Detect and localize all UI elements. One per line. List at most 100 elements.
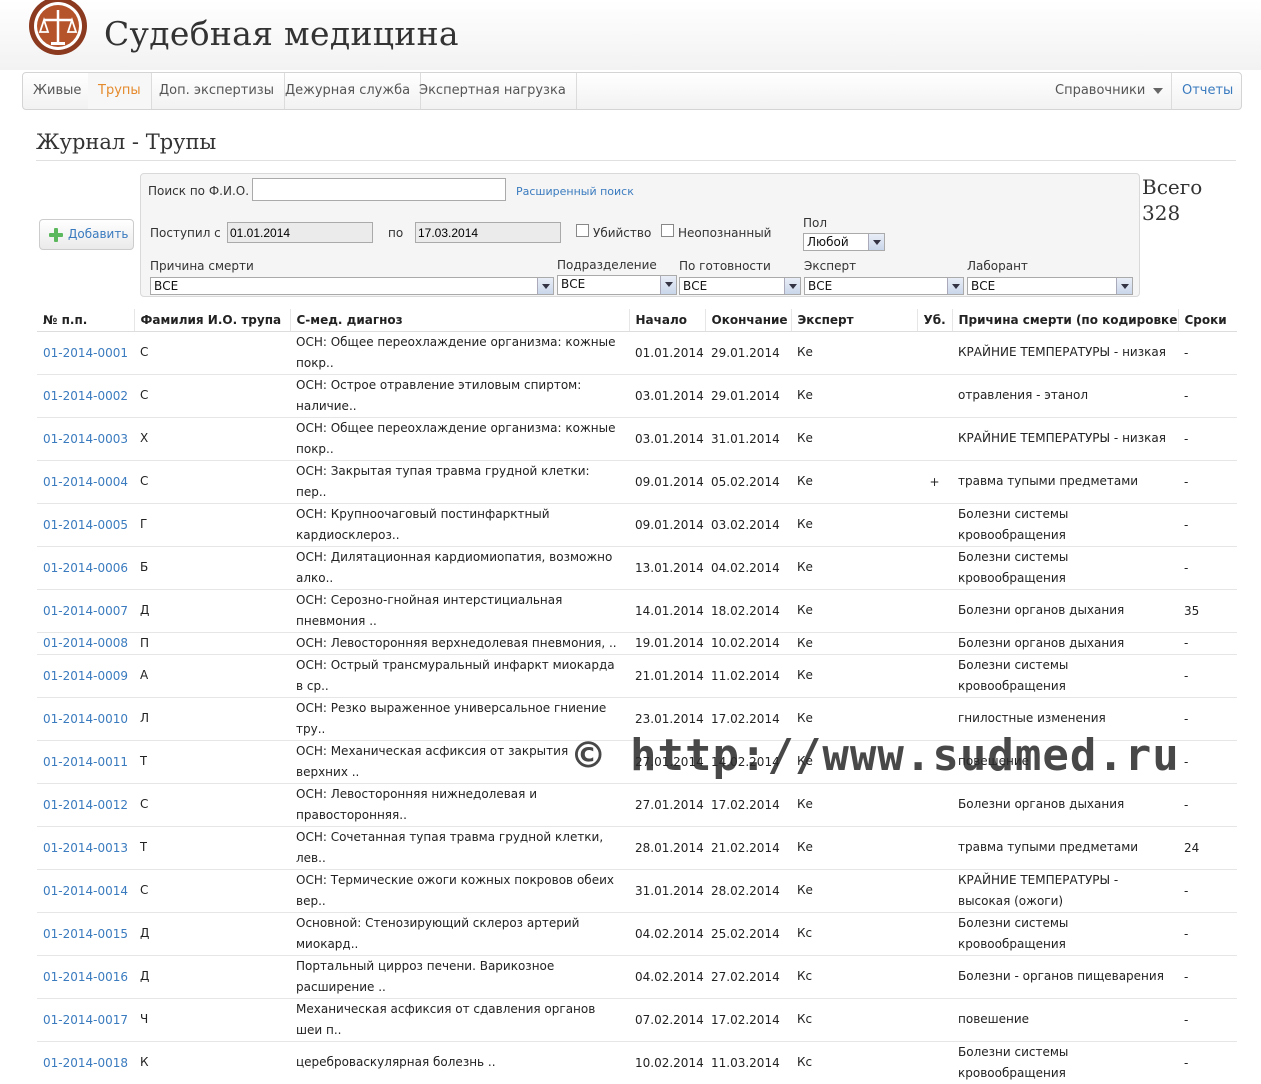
column-header-diagnosis[interactable]: С-мед. диагноз	[289, 309, 629, 332]
table-row[interactable]: 01-2014-0004 С ОСН: Закрытая тупая травма …	[37, 459, 1237, 503]
cell-number[interactable]: 01-2014-0001	[37, 330, 134, 374]
record-link[interactable]: 01-2014-0015	[43, 927, 128, 941]
table-row[interactable]: 01-2014-0005 Г ОСН: Крупноочаговый постинф…	[37, 502, 1237, 546]
brand-title[interactable]: Судебная медицина	[104, 14, 459, 53]
table-row[interactable]: 01-2014-0002 С ОСН: Острое отравление этил…	[37, 373, 1237, 417]
nav-item-alive[interactable]: Живые	[23, 73, 93, 109]
column-header-name[interactable]: Фамилия И.О. трупа	[133, 309, 290, 332]
advanced-search-link[interactable]: Расширенный поиск	[516, 185, 634, 198]
cell-number[interactable]: 01-2014-0009	[37, 653, 134, 697]
cell-term: -	[1178, 330, 1237, 374]
table-row[interactable]: 01-2014-0001 С ОСН: Общее переохлаждение о…	[37, 330, 1237, 374]
references-dropdown[interactable]: Справочники	[1055, 73, 1164, 109]
search-input[interactable]	[252, 178, 506, 201]
column-header-number[interactable]: № п.п.	[37, 309, 134, 332]
cell-number[interactable]: 01-2014-0003	[37, 416, 134, 460]
unidentified-checkbox[interactable]	[661, 224, 674, 237]
cell-number[interactable]: 01-2014-0017	[37, 997, 134, 1041]
nav-item-expert-load[interactable]: Экспертная нагрузка	[409, 73, 577, 109]
record-link[interactable]: 01-2014-0009	[43, 669, 128, 683]
cell-number[interactable]: 01-2014-0012	[37, 782, 134, 826]
cell-cause-text: КРАЙНИЕ ТЕМПЕРАТУРЫ - низкая	[958, 431, 1166, 445]
table-row[interactable]: 01-2014-0018 Кцереброваскулярная болезнь …	[37, 1040, 1237, 1084]
date-to-input[interactable]	[415, 222, 561, 243]
readiness-select[interactable]: ВСЕ	[679, 277, 801, 295]
lab-select[interactable]: ВСЕ	[967, 277, 1133, 295]
record-link[interactable]: 01-2014-0014	[43, 884, 128, 898]
expert-select[interactable]: ВСЕ	[804, 277, 964, 295]
record-link[interactable]: 01-2014-0016	[43, 970, 128, 984]
cell-cause: Болезни системы кровообращения	[952, 1040, 1178, 1084]
table-row[interactable]: 01-2014-0007 Д ОСН: Серозно-гнойная интерс…	[37, 588, 1237, 632]
record-link[interactable]: 01-2014-0018	[43, 1056, 128, 1070]
date-from-input[interactable]	[227, 222, 373, 243]
record-link[interactable]: 01-2014-0011	[43, 755, 128, 769]
cause-select[interactable]: ВСЕ	[150, 277, 554, 295]
cell-cause-text: Болезни системы кровообращения	[958, 657, 1069, 693]
cell-number[interactable]: 01-2014-0014	[37, 868, 134, 912]
cell-number[interactable]: 01-2014-0008	[37, 631, 134, 654]
cell-number[interactable]: 01-2014-0010	[37, 696, 134, 740]
cell-term-text: -	[1184, 388, 1189, 403]
column-header-start[interactable]: Начало	[628, 309, 705, 332]
table-row[interactable]: 01-2014-0008 П ОСН: Левосторонняя верхнедо…	[37, 631, 1237, 654]
cell-name: Б	[134, 545, 290, 589]
record-link[interactable]: 01-2014-0004	[43, 475, 128, 489]
redaction-mask	[812, 636, 917, 651]
cell-number[interactable]: 01-2014-0015	[37, 911, 134, 955]
cell-term-text: -	[1184, 1055, 1189, 1070]
record-link[interactable]: 01-2014-0007	[43, 604, 128, 618]
cell-expert-text: Ке	[797, 388, 813, 403]
column-header-term[interactable]: Сроки	[1177, 309, 1237, 332]
nav-item-corpses[interactable]: Трупы	[88, 73, 152, 109]
record-link[interactable]: 01-2014-0003	[43, 432, 128, 446]
cell-start-text: 07.02.2014	[635, 1012, 704, 1027]
division-select[interactable]: ВСЕ	[557, 275, 677, 295]
nav-item-reports[interactable]: Отчеты	[1171, 73, 1233, 109]
record-link[interactable]: 01-2014-0017	[43, 1013, 128, 1027]
cell-term: -	[1178, 502, 1237, 546]
cell-number[interactable]: 01-2014-0004	[37, 459, 134, 503]
cell-number[interactable]: 01-2014-0011	[37, 739, 134, 783]
record-link[interactable]: 01-2014-0006	[43, 561, 128, 575]
table-row[interactable]: 01-2014-0013 Т ОСН: Сочетанная тупая травм…	[37, 825, 1237, 869]
cell-number[interactable]: 01-2014-0002	[37, 373, 134, 417]
add-button-label: Добавить	[68, 227, 129, 241]
total-label: Всего	[1142, 175, 1203, 199]
cell-number[interactable]: 01-2014-0018	[37, 1040, 134, 1084]
record-link[interactable]: 01-2014-0012	[43, 798, 128, 812]
table-row[interactable]: 01-2014-0017 Ч Механическая асфиксия от сд…	[37, 997, 1237, 1041]
sex-select[interactable]: Любой	[803, 233, 885, 251]
record-link[interactable]: 01-2014-0001	[43, 346, 128, 360]
nav-item-duty-service[interactable]: Дежурная служба	[275, 73, 422, 109]
column-header-cause[interactable]: Причина смерти (по кодировке)	[951, 309, 1178, 332]
table-row[interactable]: 01-2014-0015 Д Основной: Стенозирующий скл…	[37, 911, 1237, 955]
record-link[interactable]: 01-2014-0010	[43, 712, 128, 726]
cell-expert: Ке	[791, 545, 917, 589]
record-link[interactable]: 01-2014-0002	[43, 389, 128, 403]
cell-number[interactable]: 01-2014-0006	[37, 545, 134, 589]
column-header-end[interactable]: Окончание	[704, 309, 791, 332]
table-row[interactable]: 01-2014-0006 Б ОСН: Дилятационная кардиоми…	[37, 545, 1237, 589]
record-link[interactable]: 01-2014-0013	[43, 841, 128, 855]
column-header-murder[interactable]: Уб.	[916, 309, 952, 332]
cell-number[interactable]: 01-2014-0007	[37, 588, 134, 632]
table-row[interactable]: 01-2014-0003 Х ОСН: Общее переохлаждение о…	[37, 416, 1237, 460]
table-row[interactable]: 01-2014-0016 Д Портальный цирроз печени. В…	[37, 954, 1237, 998]
table-row[interactable]: 01-2014-0009 А ОСН: Острый трансмуральный …	[37, 653, 1237, 697]
cell-number[interactable]: 01-2014-0016	[37, 954, 134, 998]
record-link[interactable]: 01-2014-0005	[43, 518, 128, 532]
nav-item-additional-expertise[interactable]: Доп. экспертизы	[149, 73, 285, 109]
record-link[interactable]: 01-2014-0008	[43, 636, 128, 650]
murder-checkbox[interactable]	[576, 224, 589, 237]
cell-diagnosis-text: ОСН: Общее переохлаждение организма: кож…	[296, 420, 616, 456]
cell-number[interactable]: 01-2014-0005	[37, 502, 134, 546]
cell-diagnosis-text: ОСН: Острое отравление этиловым спиртом:…	[296, 377, 582, 413]
add-button[interactable]: Добавить	[39, 219, 134, 250]
column-header-expert[interactable]: Эксперт	[790, 309, 917, 332]
cell-name-text: Л	[140, 711, 150, 726]
table-row[interactable]: 01-2014-0014 С ОСН: Термические ожоги кожн…	[37, 868, 1237, 912]
cell-number[interactable]: 01-2014-0013	[37, 825, 134, 869]
table-row[interactable]: 01-2014-0012 С ОСН: Левосторонняя нижнедол…	[37, 782, 1237, 826]
cell-end: 28.02.2014	[705, 868, 791, 912]
